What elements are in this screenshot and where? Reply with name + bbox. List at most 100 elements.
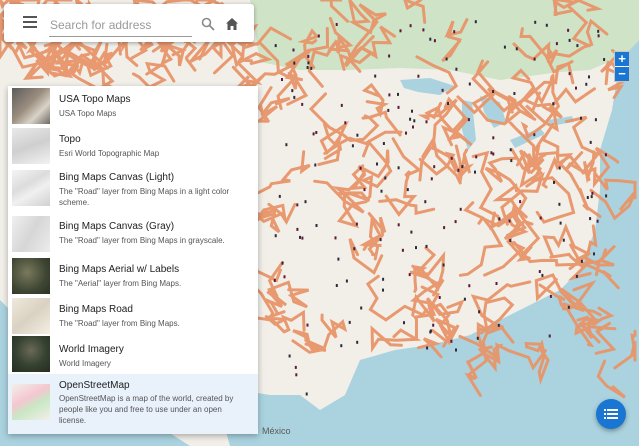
- site-marker[interactable]: [363, 188, 366, 192]
- site-marker[interactable]: [589, 140, 592, 144]
- site-marker[interactable]: [586, 196, 589, 199]
- zoom-in-button[interactable]: +: [615, 52, 629, 66]
- site-marker[interactable]: [399, 29, 402, 33]
- site-marker[interactable]: [575, 274, 578, 278]
- site-marker[interactable]: [382, 142, 385, 145]
- site-marker[interactable]: [591, 191, 594, 195]
- site-marker[interactable]: [455, 348, 457, 352]
- site-marker[interactable]: [310, 66, 313, 70]
- zoom-out-button[interactable]: −: [615, 66, 629, 81]
- site-marker[interactable]: [425, 244, 428, 248]
- basemap-item-bing-aerial[interactable]: Bing Maps Aerial w/ Labels The "Aerial" …: [8, 256, 258, 296]
- site-marker[interactable]: [293, 95, 296, 99]
- site-marker[interactable]: [492, 90, 495, 93]
- site-marker[interactable]: [301, 236, 304, 240]
- site-marker[interactable]: [382, 288, 384, 292]
- site-marker[interactable]: [351, 144, 354, 148]
- site-marker[interactable]: [356, 133, 359, 137]
- site-marker[interactable]: [541, 273, 544, 277]
- site-marker[interactable]: [492, 152, 495, 156]
- site-marker[interactable]: [509, 148, 512, 152]
- site-marker[interactable]: [495, 282, 498, 285]
- site-marker[interactable]: [413, 119, 416, 123]
- site-marker[interactable]: [559, 221, 562, 225]
- site-marker[interactable]: [539, 216, 542, 220]
- site-marker[interactable]: [312, 132, 315, 136]
- site-marker[interactable]: [429, 330, 432, 334]
- site-marker[interactable]: [513, 92, 516, 95]
- site-marker[interactable]: [492, 136, 495, 140]
- search-input[interactable]: [49, 14, 192, 37]
- site-marker[interactable]: [409, 24, 412, 28]
- site-marker[interactable]: [454, 220, 457, 224]
- site-marker[interactable]: [305, 392, 308, 396]
- site-marker[interactable]: [510, 159, 513, 163]
- site-marker[interactable]: [274, 234, 277, 238]
- site-marker[interactable]: [433, 39, 436, 43]
- site-marker[interactable]: [575, 86, 577, 90]
- site-marker[interactable]: [422, 28, 425, 32]
- site-marker[interactable]: [315, 131, 318, 134]
- site-marker[interactable]: [459, 207, 462, 211]
- site-marker[interactable]: [388, 54, 391, 58]
- basemap-item-openstreetmap[interactable]: OpenStreetMap OpenStreetMap is a map of …: [8, 374, 258, 434]
- site-marker[interactable]: [597, 29, 600, 33]
- basemap-item-bing-road[interactable]: Bing Maps Road The "Road" layer from Bin…: [8, 296, 258, 336]
- site-marker[interactable]: [335, 284, 338, 287]
- site-marker[interactable]: [467, 118, 470, 122]
- site-marker[interactable]: [292, 48, 295, 52]
- site-marker[interactable]: [589, 217, 592, 221]
- site-marker[interactable]: [401, 248, 404, 252]
- site-marker[interactable]: [424, 200, 427, 204]
- site-marker[interactable]: [384, 176, 387, 180]
- site-marker[interactable]: [397, 92, 399, 96]
- site-marker[interactable]: [468, 82, 471, 86]
- site-marker[interactable]: [562, 238, 565, 242]
- site-marker[interactable]: [356, 340, 359, 344]
- site-marker[interactable]: [288, 354, 291, 358]
- site-marker[interactable]: [293, 61, 296, 65]
- site-marker[interactable]: [376, 162, 378, 166]
- site-marker[interactable]: [281, 261, 284, 265]
- site-marker[interactable]: [549, 294, 552, 298]
- site-marker[interactable]: [296, 203, 299, 207]
- site-marker[interactable]: [410, 230, 413, 234]
- site-marker[interactable]: [294, 365, 297, 369]
- site-marker[interactable]: [568, 72, 571, 76]
- site-marker[interactable]: [432, 323, 435, 327]
- site-marker[interactable]: [278, 194, 281, 198]
- site-marker[interactable]: [337, 257, 340, 261]
- site-marker[interactable]: [442, 263, 445, 267]
- site-marker[interactable]: [545, 23, 548, 27]
- site-marker[interactable]: [548, 334, 551, 338]
- site-marker[interactable]: [306, 323, 309, 327]
- site-marker[interactable]: [567, 28, 570, 32]
- search-icon[interactable]: [201, 17, 215, 31]
- site-marker[interactable]: [417, 74, 420, 78]
- site-marker[interactable]: [558, 166, 561, 170]
- site-marker[interactable]: [353, 247, 356, 251]
- site-marker[interactable]: [359, 166, 362, 170]
- site-marker[interactable]: [519, 200, 522, 204]
- site-marker[interactable]: [334, 236, 337, 240]
- basemap-item-topo[interactable]: Topo Esri World Topographic Map: [8, 126, 258, 166]
- site-marker[interactable]: [403, 321, 405, 325]
- site-marker[interactable]: [585, 82, 588, 86]
- site-marker[interactable]: [388, 93, 391, 97]
- site-marker[interactable]: [590, 195, 593, 199]
- site-marker[interactable]: [515, 47, 518, 51]
- basemap-item-bing-light[interactable]: Bing Maps Canvas (Light) The "Road" laye…: [8, 166, 258, 212]
- site-marker[interactable]: [457, 168, 460, 172]
- site-marker[interactable]: [425, 120, 428, 124]
- site-marker[interactable]: [553, 180, 555, 184]
- site-marker[interactable]: [443, 226, 446, 230]
- site-marker[interactable]: [304, 200, 307, 204]
- site-marker[interactable]: [315, 224, 318, 227]
- site-marker[interactable]: [476, 336, 479, 340]
- site-marker[interactable]: [453, 30, 456, 34]
- site-marker[interactable]: [406, 188, 409, 192]
- site-marker[interactable]: [306, 66, 309, 69]
- site-marker[interactable]: [387, 108, 390, 112]
- site-marker[interactable]: [291, 89, 294, 93]
- site-marker[interactable]: [340, 344, 343, 348]
